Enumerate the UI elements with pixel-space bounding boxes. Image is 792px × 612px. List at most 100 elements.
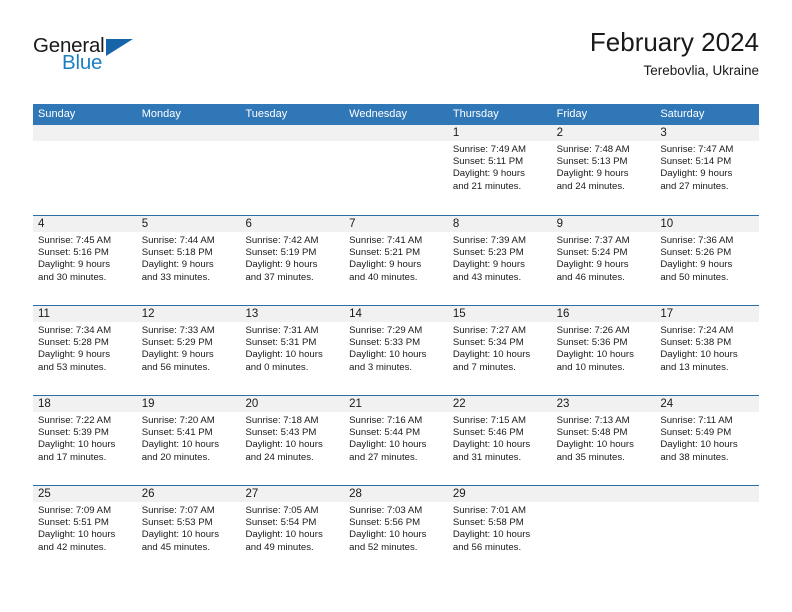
day-detail-line: and 21 minutes. bbox=[452, 180, 522, 192]
day-detail-line: and 33 minutes. bbox=[141, 271, 210, 283]
calendar-day-cell-24[interactable]: 24 Sunrise: 7:11 AM Sunset: 5:49 PM Dayligh… bbox=[655, 396, 759, 485]
calendar-day-cell-2[interactable]: 2 Sunrise: 7:48 AM Sunset: 5:13 PM Daylight… bbox=[552, 125, 656, 215]
calendar-day-cell-empty bbox=[240, 125, 344, 215]
day-detail-line: Sunset: 5:11 PM bbox=[452, 156, 524, 168]
day-details: Sunrise: 7:07 AM Sunset: 5:53 PM Daylight:… bbox=[142, 505, 237, 554]
calendar-day-cell-26[interactable]: 26 Sunrise: 7:07 AM Sunset: 5:53 PM Dayligh… bbox=[137, 486, 241, 575]
day-number: 18 bbox=[38, 398, 51, 410]
day-detail-line: Sunset: 5:51 PM bbox=[38, 517, 109, 529]
day-detail-line: Sunrise: 7:39 AM bbox=[452, 235, 526, 246]
calendar-day-cell-19[interactable]: 19 Sunrise: 7:20 AM Sunset: 5:41 PM Dayligh… bbox=[137, 396, 241, 485]
day-detail-line: Sunrise: 7:16 AM bbox=[349, 415, 423, 426]
day-detail-line: Sunset: 5:23 PM bbox=[452, 247, 524, 259]
week-days: 4 Sunrise: 7:45 AM Sunset: 5:16 PM Daylight… bbox=[33, 216, 759, 305]
calendar-day-cell-1[interactable]: 1 Sunrise: 7:49 AM Sunset: 5:11 PM Daylight… bbox=[448, 125, 552, 215]
day-number: 14 bbox=[349, 308, 362, 320]
day-detail-line: and 0 minutes. bbox=[245, 361, 309, 373]
calendar-day-cell-16[interactable]: 16 Sunrise: 7:26 AM Sunset: 5:36 PM Dayligh… bbox=[552, 306, 656, 395]
calendar-day-cell-28[interactable]: 28 Sunrise: 7:03 AM Sunset: 5:56 PM Dayligh… bbox=[344, 486, 448, 575]
calendar-day-cell-14[interactable]: 14 Sunrise: 7:29 AM Sunset: 5:33 PM Dayligh… bbox=[344, 306, 448, 395]
day-detail-line: Sunrise: 7:22 AM bbox=[38, 415, 112, 426]
day-detail-line: Daylight: 9 hours bbox=[452, 168, 525, 180]
day-number: 7 bbox=[349, 218, 356, 230]
day-detail-line: and 45 minutes. bbox=[141, 541, 210, 553]
week-days: 25 Sunrise: 7:09 AM Sunset: 5:51 PM Dayligh… bbox=[33, 486, 759, 575]
day-details: Sunrise: 7:36 AM Sunset: 5:26 PM Daylight:… bbox=[660, 235, 755, 284]
day-detail-line: Sunrise: 7:20 AM bbox=[141, 415, 215, 426]
day-detail-line: and 49 minutes. bbox=[245, 541, 314, 553]
day-detail-line: Sunrise: 7:37 AM bbox=[556, 235, 630, 246]
calendar-day-cell-empty bbox=[137, 125, 241, 215]
calendar-day-cell-7[interactable]: 7 Sunrise: 7:41 AM Sunset: 5:21 PM Daylight… bbox=[344, 216, 448, 305]
calendar-day-cell-23[interactable]: 23 Sunrise: 7:13 AM Sunset: 5:48 PM Dayligh… bbox=[552, 396, 656, 485]
day-detail-line: and 30 minutes. bbox=[38, 271, 107, 283]
day-detail-line: Sunset: 5:13 PM bbox=[556, 156, 628, 168]
calendar-day-cell-3[interactable]: 3 Sunrise: 7:47 AM Sunset: 5:14 PM Daylight… bbox=[655, 125, 759, 215]
day-detail-line: Sunrise: 7:07 AM bbox=[141, 505, 215, 516]
calendar-week-row: 25 Sunrise: 7:09 AM Sunset: 5:51 PM Dayligh… bbox=[33, 485, 759, 575]
day-details: Sunrise: 7:33 AM Sunset: 5:29 PM Daylight:… bbox=[142, 325, 237, 374]
day-number: 21 bbox=[349, 398, 362, 410]
day-detail-line: Daylight: 9 hours bbox=[556, 259, 629, 271]
day-detail-line: Sunset: 5:43 PM bbox=[245, 427, 317, 439]
day-detail-line: Sunrise: 7:03 AM bbox=[349, 505, 423, 516]
day-detail-line: Sunset: 5:31 PM bbox=[245, 337, 317, 349]
page-title: February 2024 bbox=[589, 27, 759, 57]
logo-text-blue: Blue bbox=[62, 51, 103, 74]
weekday-header-friday: Friday bbox=[556, 108, 588, 120]
weekday-header-tuesday: Tuesday bbox=[245, 108, 288, 120]
calendar-day-cell-9[interactable]: 9 Sunrise: 7:37 AM Sunset: 5:24 PM Daylight… bbox=[552, 216, 656, 305]
day-detail-line: Sunrise: 7:18 AM bbox=[245, 415, 319, 426]
day-details: Sunrise: 7:01 AM Sunset: 5:58 PM Daylight:… bbox=[453, 505, 548, 554]
day-details: Sunrise: 7:20 AM Sunset: 5:41 PM Daylight:… bbox=[142, 415, 237, 464]
calendar-day-cell-22[interactable]: 22 Sunrise: 7:15 AM Sunset: 5:46 PM Dayligh… bbox=[448, 396, 552, 485]
calendar-day-cell-6[interactable]: 6 Sunrise: 7:42 AM Sunset: 5:19 PM Daylight… bbox=[240, 216, 344, 305]
day-detail-line: and 27 minutes. bbox=[660, 180, 729, 192]
calendar-day-cell-5[interactable]: 5 Sunrise: 7:44 AM Sunset: 5:18 PM Daylight… bbox=[137, 216, 241, 305]
day-detail-line: Sunrise: 7:01 AM bbox=[452, 505, 526, 516]
weekday-header-thursday: Thursday bbox=[452, 108, 499, 120]
day-detail-line: Sunrise: 7:26 AM bbox=[556, 325, 630, 336]
day-detail-line: and 53 minutes. bbox=[38, 361, 107, 373]
calendar-day-cell-empty bbox=[655, 486, 759, 575]
calendar-day-cell-21[interactable]: 21 Sunrise: 7:16 AM Sunset: 5:44 PM Dayligh… bbox=[344, 396, 448, 485]
day-detail-line: Sunset: 5:33 PM bbox=[349, 337, 421, 349]
calendar-day-cell-12[interactable]: 12 Sunrise: 7:33 AM Sunset: 5:29 PM Dayligh… bbox=[137, 306, 241, 395]
calendar-day-cell-10[interactable]: 10 Sunrise: 7:36 AM Sunset: 5:26 PM Dayligh… bbox=[655, 216, 759, 305]
day-detail-line: Sunrise: 7:49 AM bbox=[452, 144, 526, 155]
day-number: 9 bbox=[556, 218, 563, 230]
day-detail-line: Daylight: 10 hours bbox=[141, 439, 220, 451]
calendar-day-cell-17[interactable]: 17 Sunrise: 7:24 AM Sunset: 5:38 PM Dayligh… bbox=[655, 306, 759, 395]
day-detail-line: Sunrise: 7:15 AM bbox=[452, 415, 526, 426]
day-detail-line: and 13 minutes. bbox=[660, 361, 729, 373]
calendar-day-cell-11[interactable]: 11 Sunrise: 7:34 AM Sunset: 5:28 PM Dayligh… bbox=[33, 306, 137, 395]
day-detail-line: Daylight: 10 hours bbox=[349, 439, 427, 451]
general-blue-logo: General Blue bbox=[33, 35, 193, 84]
day-number: 13 bbox=[245, 308, 259, 320]
calendar-day-cell-empty bbox=[344, 125, 448, 215]
calendar-day-cell-4[interactable]: 4 Sunrise: 7:45 AM Sunset: 5:16 PM Daylight… bbox=[33, 216, 137, 305]
day-detail-line: Daylight: 10 hours bbox=[349, 529, 427, 541]
day-detail-line: Daylight: 10 hours bbox=[245, 349, 323, 361]
title-block: February 2024 Terebovlia, Ukraine bbox=[589, 27, 759, 79]
day-detail-line: Sunset: 5:46 PM bbox=[452, 427, 524, 439]
calendar-day-cell-15[interactable]: 15 Sunrise: 7:27 AM Sunset: 5:34 PM Dayligh… bbox=[448, 306, 552, 395]
day-detail-line: Daylight: 9 hours bbox=[38, 349, 110, 361]
calendar-day-cell-27[interactable]: 27 Sunrise: 7:05 AM Sunset: 5:54 PM Dayligh… bbox=[240, 486, 344, 575]
calendar-day-cell-13[interactable]: 13 Sunrise: 7:31 AM Sunset: 5:31 PM Dayligh… bbox=[240, 306, 344, 395]
calendar-day-cell-8[interactable]: 8 Sunrise: 7:39 AM Sunset: 5:23 PM Daylight… bbox=[448, 216, 552, 305]
calendar-day-cell-20[interactable]: 20 Sunrise: 7:18 AM Sunset: 5:43 PM Dayligh… bbox=[240, 396, 344, 485]
day-detail-line: and 3 minutes. bbox=[349, 361, 413, 373]
calendar-week-row: 11 Sunrise: 7:34 AM Sunset: 5:28 PM Dayligh… bbox=[33, 305, 759, 395]
calendar-week-row: 4 Sunrise: 7:45 AM Sunset: 5:16 PM Daylight… bbox=[33, 215, 759, 305]
day-detail-line: Daylight: 10 hours bbox=[38, 439, 116, 451]
day-detail-line: Sunset: 5:38 PM bbox=[660, 337, 732, 349]
calendar-day-cell-25[interactable]: 25 Sunrise: 7:09 AM Sunset: 5:51 PM Dayligh… bbox=[33, 486, 137, 575]
calendar-day-cell-18[interactable]: 18 Sunrise: 7:22 AM Sunset: 5:39 PM Dayligh… bbox=[33, 396, 137, 485]
day-detail-line: Sunrise: 7:29 AM bbox=[349, 325, 423, 336]
day-details: Sunrise: 7:34 AM Sunset: 5:28 PM Daylight:… bbox=[38, 325, 133, 374]
day-detail-line: Daylight: 10 hours bbox=[141, 529, 220, 541]
day-details: Sunrise: 7:09 AM Sunset: 5:51 PM Daylight:… bbox=[38, 505, 133, 554]
calendar-day-cell-29[interactable]: 29 Sunrise: 7:01 AM Sunset: 5:58 PM Dayligh… bbox=[448, 486, 552, 575]
day-detail-line: Sunset: 5:19 PM bbox=[245, 247, 317, 259]
